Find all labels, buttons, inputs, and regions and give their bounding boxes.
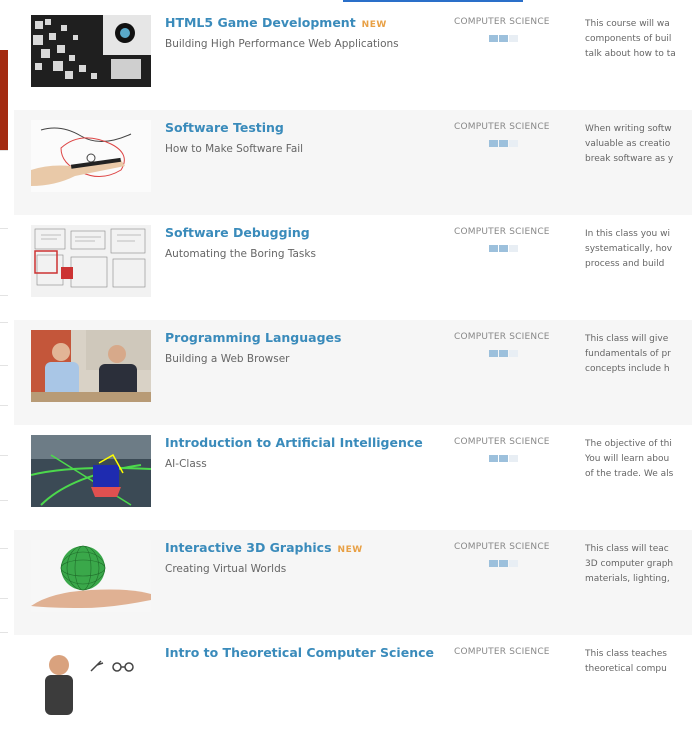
difficulty-level-indicator: [489, 140, 519, 148]
left-sidebar-edge: [0, 0, 10, 670]
course-description: This course will wa components of buil tal…: [585, 19, 676, 59]
course-category: COMPUTER SCIENCE: [454, 437, 550, 447]
course-title[interactable]: Interactive 3D Graphics NEW: [165, 540, 363, 555]
course-subtitle: Automating the Boring Tasks: [165, 248, 316, 260]
course-row[interactable]: Introduction to Artificial Intelligence …: [14, 425, 692, 530]
divider: [0, 548, 8, 549]
divider: [0, 150, 8, 151]
new-badge: NEW: [361, 20, 387, 30]
divider: [0, 500, 8, 501]
course-title[interactable]: Introduction to Artificial Intelligence: [165, 435, 423, 450]
instructor-thumbnail[interactable]: [31, 645, 151, 717]
difficulty-level-indicator: [489, 560, 519, 568]
course-description: When writing softw valuable as creatio bre…: [585, 124, 674, 164]
course-title[interactable]: Software Testing: [165, 120, 284, 135]
divider: [0, 228, 8, 229]
course-row[interactable]: Software Debugging Automating the Boring…: [14, 215, 692, 320]
self-driving-car-thumbnail[interactable]: [31, 435, 151, 507]
course-category: COMPUTER SCIENCE: [454, 647, 550, 657]
course-row[interactable]: Interactive 3D Graphics NEW Creating Virt…: [14, 530, 692, 635]
difficulty-level-indicator: [489, 245, 519, 253]
course-title[interactable]: Programming Languages: [165, 330, 341, 345]
course-row[interactable]: Software Testing How to Make Software Fa…: [14, 110, 692, 215]
course-category: COMPUTER SCIENCE: [454, 332, 550, 342]
course-title[interactable]: HTML5 Game Development NEW: [165, 15, 387, 30]
course-description: In this class you wi systematically, hov p…: [585, 229, 673, 269]
course-description: This class teaches theoretical compu: [585, 649, 667, 674]
course-category: COMPUTER SCIENCE: [454, 17, 550, 27]
debug-thumbnail[interactable]: [31, 225, 151, 297]
game-thumbnail[interactable]: [31, 15, 151, 87]
divider: [0, 322, 8, 323]
divider: [0, 632, 8, 633]
course-title[interactable]: Software Debugging: [165, 225, 310, 240]
course-description: This class will give fundamentals of pr co…: [585, 334, 671, 374]
course-row[interactable]: Intro to Theoretical Computer Science CO…: [14, 635, 692, 740]
difficulty-level-indicator: [489, 350, 519, 358]
course-description: This class will teac 3D computer graph mat…: [585, 544, 674, 584]
new-badge: NEW: [337, 545, 363, 555]
divider: [0, 405, 8, 406]
instructors-thumbnail[interactable]: [31, 330, 151, 402]
course-title[interactable]: Intro to Theoretical Computer Science: [165, 645, 434, 660]
course-subtitle: Creating Virtual Worlds: [165, 563, 287, 575]
course-subtitle: How to Make Software Fail: [165, 143, 304, 155]
green-sphere-thumbnail[interactable]: [31, 540, 151, 612]
hand-drawing-thumbnail[interactable]: [31, 120, 151, 192]
difficulty-level-indicator: [489, 35, 519, 43]
course-subtitle: AI-Class: [165, 458, 207, 470]
difficulty-level-indicator: [489, 455, 519, 463]
course-row[interactable]: Programming Languages Building a Web Bro…: [14, 320, 692, 425]
divider: [0, 455, 8, 456]
divider: [0, 598, 8, 599]
top-link-underline[interactable]: [343, 0, 523, 2]
course-description: The objective of thi You will learn abou o…: [585, 439, 674, 479]
course-category: COMPUTER SCIENCE: [454, 542, 550, 552]
course-subtitle: Building High Performance Web Applicatio…: [165, 38, 399, 50]
course-category: COMPUTER SCIENCE: [454, 122, 550, 132]
sidebar-red-block: [0, 50, 8, 150]
course-category: COMPUTER SCIENCE: [454, 227, 550, 237]
course-row[interactable]: HTML5 Game Development NEW Building High …: [14, 5, 692, 110]
divider: [0, 365, 8, 366]
course-subtitle: Building a Web Browser: [165, 353, 290, 365]
divider: [0, 295, 8, 296]
